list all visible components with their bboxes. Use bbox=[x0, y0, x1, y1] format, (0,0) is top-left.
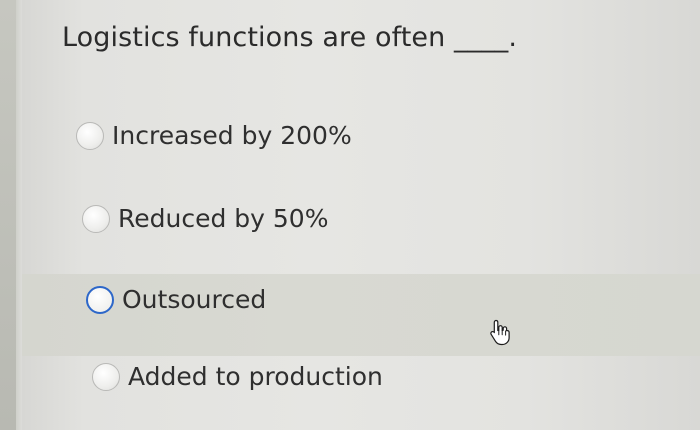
radio-button[interactable] bbox=[82, 204, 110, 233]
radio-button[interactable] bbox=[76, 121, 104, 150]
option-increased-by-200[interactable]: Increased by 200% bbox=[76, 121, 352, 150]
left-margin-bar bbox=[0, 0, 16, 430]
option-outsourced[interactable]: Outsourced bbox=[86, 285, 266, 314]
option-added-to-production[interactable]: Added to production bbox=[92, 362, 383, 391]
option-label: Added to production bbox=[128, 362, 383, 391]
option-reduced-by-50[interactable]: Reduced by 50% bbox=[82, 204, 328, 233]
hand-pointer-icon bbox=[490, 319, 510, 346]
option-label: Increased by 200% bbox=[112, 121, 352, 150]
radio-button[interactable] bbox=[86, 285, 114, 314]
radio-button[interactable] bbox=[92, 362, 120, 391]
option-label: Reduced by 50% bbox=[118, 204, 329, 233]
quiz-screen: Logistics functions are often ____. Incr… bbox=[0, 0, 700, 430]
question-text: Logistics functions are often ____. bbox=[62, 22, 518, 53]
option-label: Outsourced bbox=[122, 285, 267, 314]
left-margin-edge bbox=[16, 0, 22, 430]
